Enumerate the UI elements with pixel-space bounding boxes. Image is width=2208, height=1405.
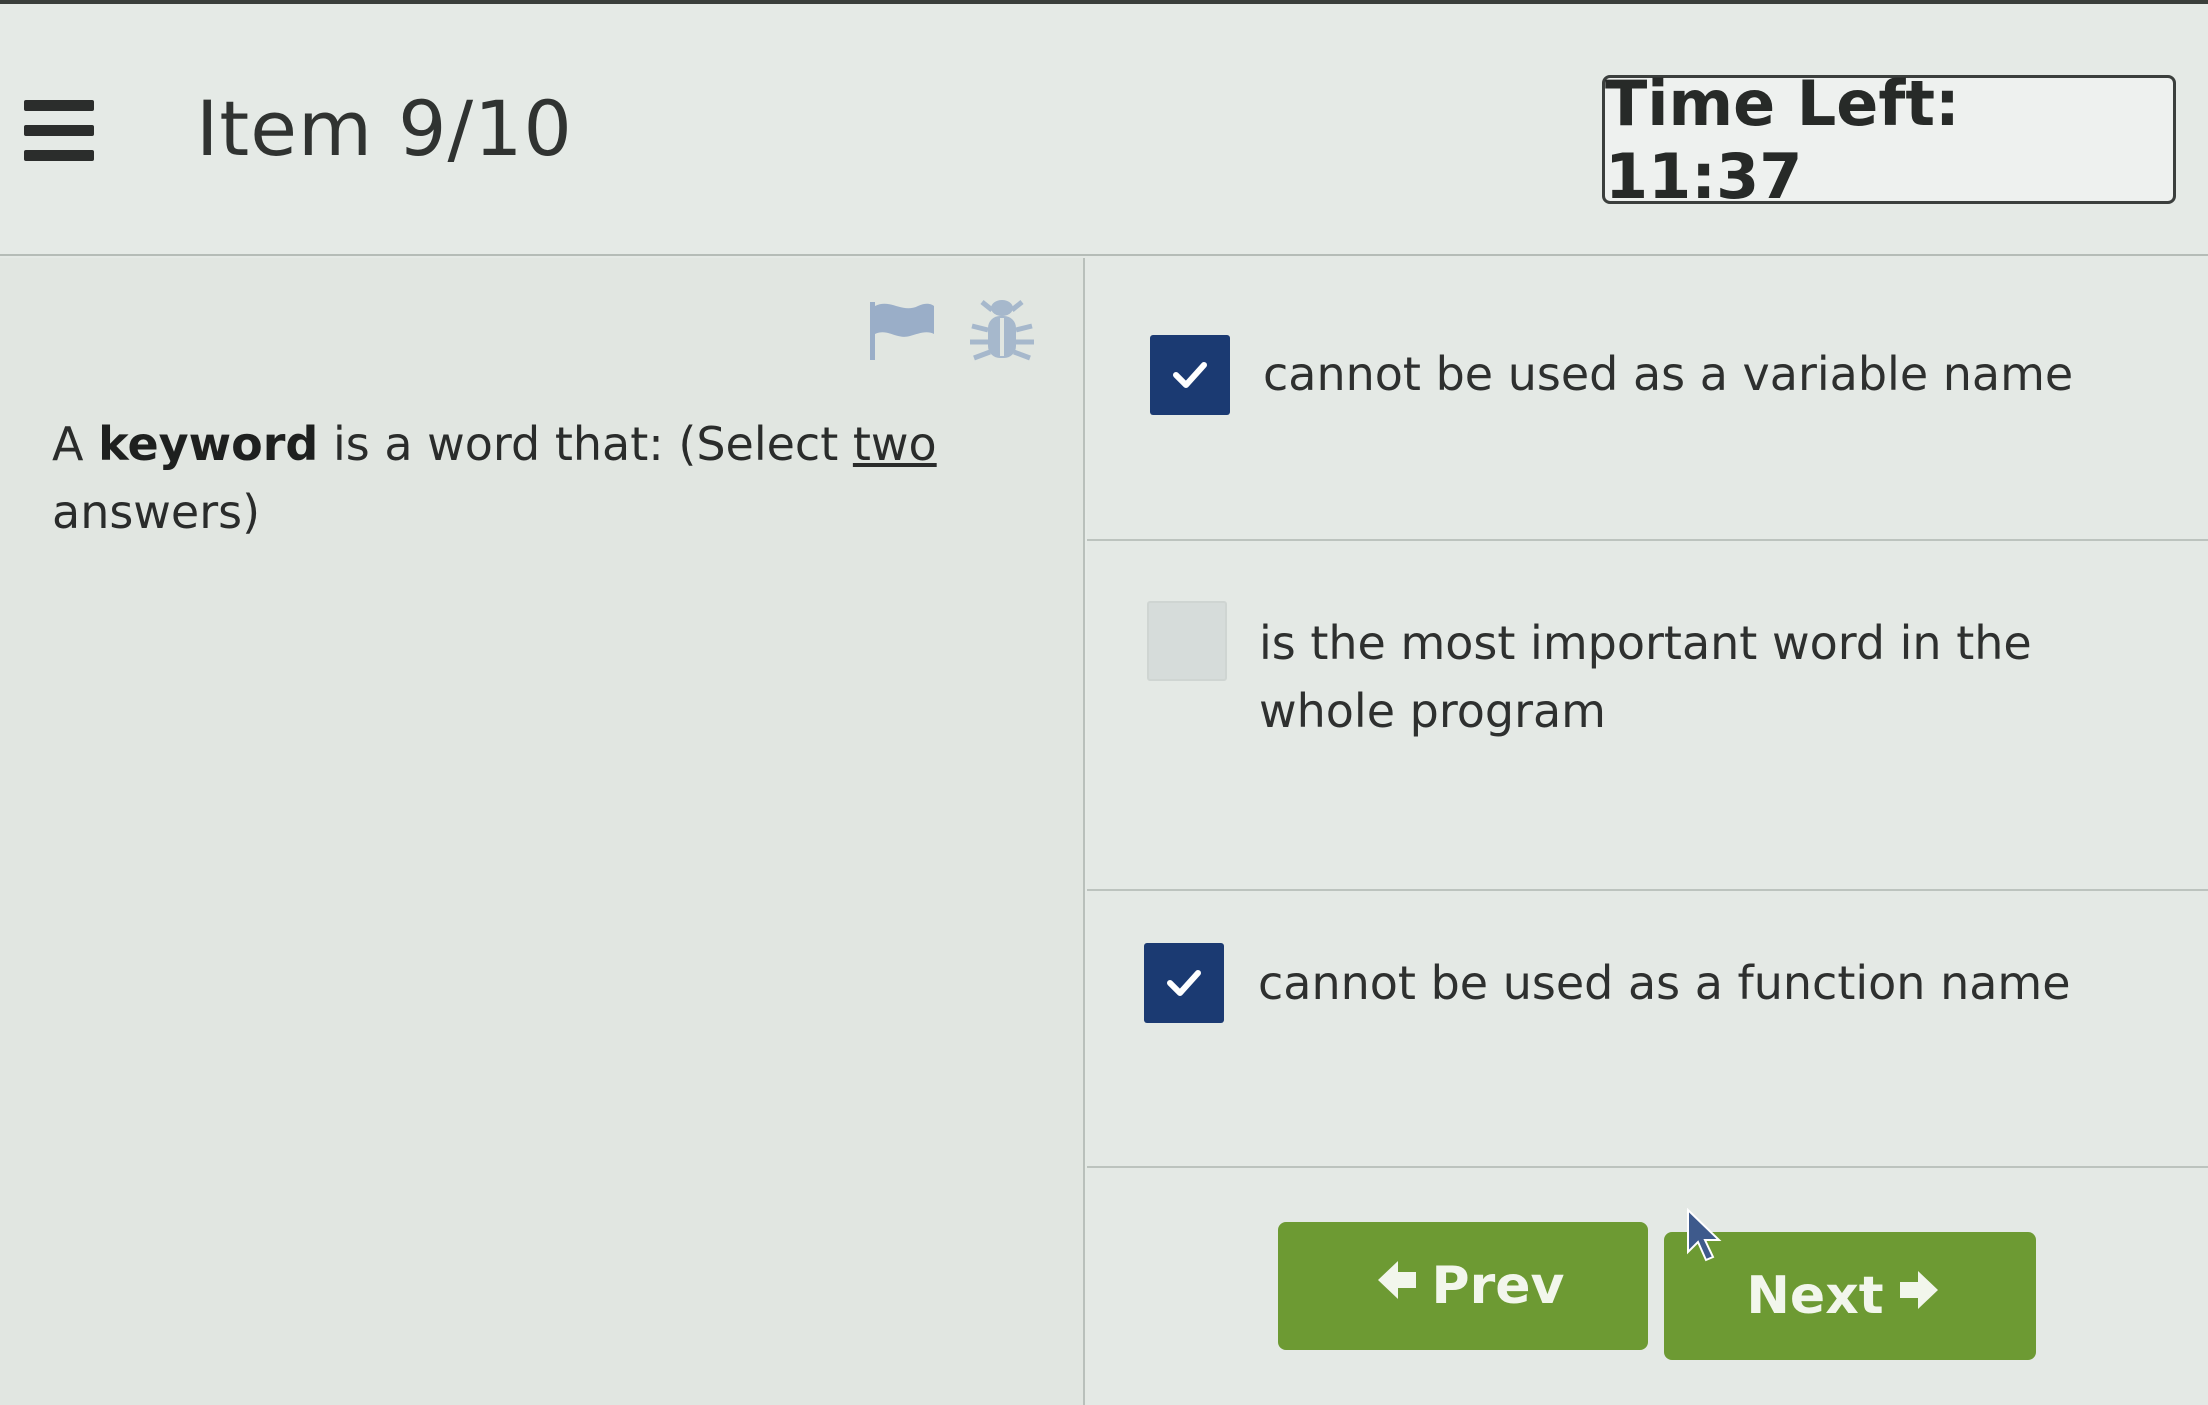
answer-option-3[interactable]: cannot be used as a function name	[1087, 891, 2208, 1168]
bug-icon[interactable]	[968, 296, 1036, 364]
prev-button[interactable]: Prev	[1278, 1222, 1648, 1350]
answer-label: is the most important word in the whole …	[1259, 616, 2032, 738]
answer-label: cannot be used as a function name	[1258, 956, 2071, 1010]
timer-label: Time Left: 11:37	[1605, 66, 1960, 213]
question-keyword: keyword	[98, 417, 319, 471]
checkbox-checked[interactable]	[1144, 943, 1224, 1023]
arrow-right-icon	[1896, 1266, 1942, 1326]
header-bar: Item 9/10 Time Left: 11:37	[0, 4, 2208, 256]
flag-icon[interactable]	[866, 300, 938, 362]
question-answer-count: two	[852, 417, 937, 471]
check-icon	[1173, 362, 1207, 388]
arrow-left-icon	[1374, 1256, 1420, 1316]
answer-option-2[interactable]: is the most important word in the whole …	[1087, 541, 2208, 891]
next-label: Next	[1746, 1266, 1884, 1326]
test-app: Item 9/10 Time Left: 11:37 A keyword is …	[0, 0, 2208, 1405]
question-text: A keyword is a word that: (Select two an…	[52, 410, 952, 546]
answer-option-1[interactable]: cannot be used as a variable name	[1087, 258, 2208, 541]
question-suffix: answers)	[52, 485, 261, 539]
answer-label: cannot be used as a variable name	[1263, 347, 2074, 401]
prev-label: Prev	[1431, 1256, 1565, 1316]
question-middle: is a word that: (Select	[318, 417, 853, 471]
checkbox-checked[interactable]	[1150, 335, 1230, 415]
item-counter: Item 9/10	[196, 84, 573, 173]
mouse-cursor-icon	[1686, 1207, 1726, 1264]
timer-box: Time Left: 11:37	[1602, 67, 2176, 213]
check-icon	[1167, 970, 1201, 996]
checkbox-unchecked[interactable]	[1147, 601, 1227, 681]
question-prefix: A	[52, 417, 99, 471]
menu-icon[interactable]	[24, 100, 94, 162]
